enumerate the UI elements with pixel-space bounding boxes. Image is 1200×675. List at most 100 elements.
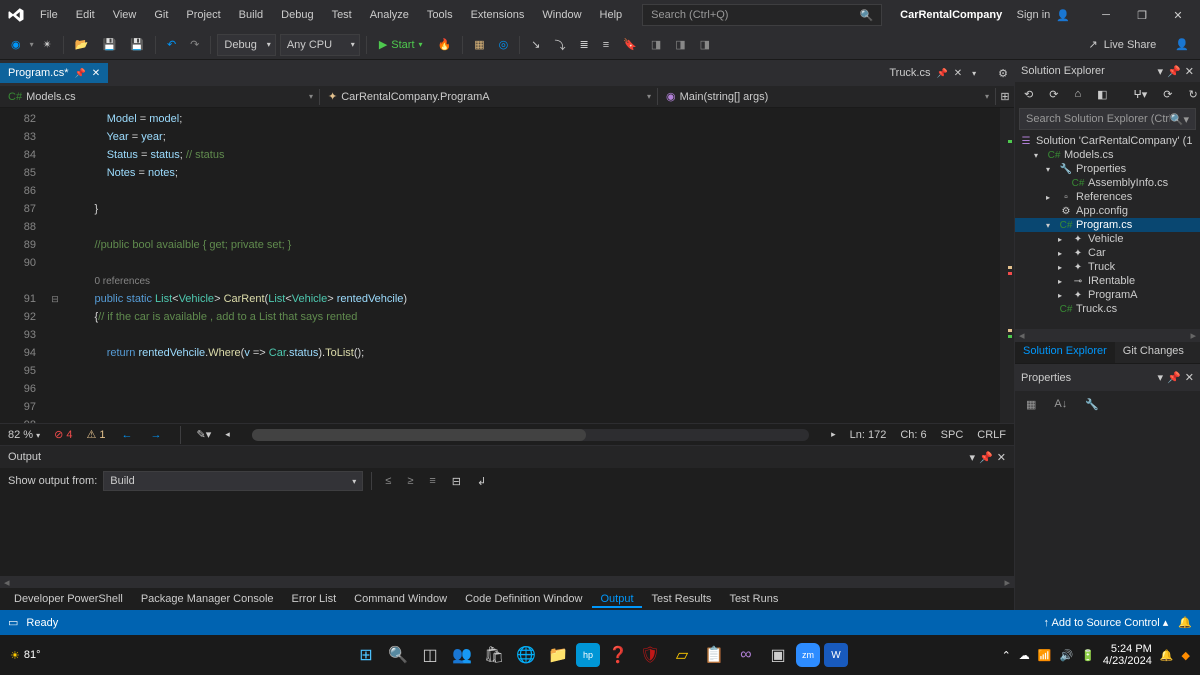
close-icon[interactable]: ✕ bbox=[92, 68, 100, 79]
close-icon[interactable]: ✕ bbox=[997, 451, 1006, 464]
se-tab[interactable]: Git Changes bbox=[1115, 342, 1192, 363]
notifications-icon[interactable]: 🔔 bbox=[1178, 616, 1192, 629]
alpha-icon[interactable]: A↓ bbox=[1049, 395, 1072, 413]
bookmark-icon[interactable]: 🔖 bbox=[618, 35, 642, 54]
menu-test[interactable]: Test bbox=[324, 5, 360, 25]
pin-icon[interactable]: 📌 bbox=[1167, 65, 1181, 78]
close-button[interactable]: ✕ bbox=[1160, 0, 1196, 30]
step-over-icon[interactable]: ⤵ bbox=[549, 34, 570, 56]
breadcrumb-project[interactable]: C# Models.cs bbox=[0, 89, 320, 105]
tree-item[interactable]: C#AssemblyInfo.cs bbox=[1015, 176, 1200, 190]
edge-icon[interactable]: 🌐 bbox=[512, 641, 540, 669]
word-icon[interactable]: W bbox=[824, 643, 848, 667]
feedback-icon[interactable]: 👤 bbox=[1170, 35, 1194, 54]
notification-icon[interactable]: 🔔 bbox=[1160, 649, 1174, 662]
scroll-right-icon[interactable]: ▸ bbox=[1190, 329, 1196, 341]
toolbar-icon-5[interactable]: ◨ bbox=[695, 35, 715, 54]
crlf-indicator[interactable]: CRLF bbox=[977, 429, 1006, 441]
tree-item[interactable]: ▸✦Car bbox=[1015, 246, 1200, 260]
tree-item[interactable]: ⚙App.config bbox=[1015, 204, 1200, 218]
back-icon[interactable]: ⟲ bbox=[1019, 85, 1038, 104]
menu-project[interactable]: Project bbox=[178, 5, 228, 25]
close-icon[interactable]: ✕ bbox=[954, 68, 962, 79]
code-editor[interactable]: 8283848586878889909192939495969798991001… bbox=[0, 108, 1014, 423]
toolbar-icon-3[interactable]: ◨ bbox=[646, 35, 666, 54]
bottom-tab[interactable]: Output bbox=[592, 590, 641, 608]
home-icon[interactable]: ⌂ bbox=[1069, 85, 1086, 103]
scroll-map[interactable] bbox=[1000, 108, 1014, 423]
open-icon[interactable]: 📂 bbox=[70, 35, 94, 54]
line-indicator[interactable]: Ln: 172 bbox=[850, 429, 887, 441]
help-icon[interactable]: ❓ bbox=[604, 641, 632, 669]
scroll-right-icon[interactable]: ▸ bbox=[1004, 576, 1010, 588]
output-icon-3[interactable]: ≡ bbox=[424, 472, 440, 490]
pin-icon[interactable]: 📌 bbox=[75, 68, 86, 79]
tree-item[interactable]: ▾C#Models.cs bbox=[1015, 148, 1200, 162]
toolbar-icon-1[interactable]: ▦ bbox=[469, 35, 489, 54]
wifi-icon[interactable]: 📶 bbox=[1038, 649, 1052, 662]
categorize-icon[interactable]: ▦ bbox=[1021, 395, 1041, 414]
menu-view[interactable]: View bbox=[105, 5, 145, 25]
live-share-button[interactable]: ↗ Live Share bbox=[1082, 35, 1162, 54]
char-indicator[interactable]: Ch: 6 bbox=[900, 429, 926, 441]
volume-icon[interactable]: 🔊 bbox=[1059, 649, 1073, 662]
config-dropdown[interactable]: Debug bbox=[217, 34, 275, 56]
refresh-icon[interactable]: ↻ bbox=[1184, 85, 1200, 104]
tab-program-cs[interactable]: Program.cs* 📌 ✕ bbox=[0, 63, 108, 83]
notepad-icon[interactable]: 📋 bbox=[700, 641, 728, 669]
cloud-icon[interactable]: ☁ bbox=[1019, 649, 1030, 662]
start-button[interactable]: ▶ Start ▾ bbox=[373, 36, 429, 53]
bottom-tab[interactable]: Command Window bbox=[346, 590, 455, 608]
battery-icon[interactable]: 🔋 bbox=[1081, 649, 1095, 662]
menu-edit[interactable]: Edit bbox=[68, 5, 103, 25]
pin-icon[interactable]: 📌 bbox=[979, 451, 993, 464]
bottom-tab[interactable]: Test Results bbox=[644, 590, 720, 608]
search-icon[interactable]: 🔍 bbox=[384, 641, 412, 669]
switch-view-icon[interactable]: ◧ bbox=[1092, 85, 1112, 104]
menu-help[interactable]: Help bbox=[592, 5, 631, 25]
split-editor-icon[interactable]: ⊞ bbox=[996, 90, 1014, 103]
tree-item[interactable]: ▸✦Truck bbox=[1015, 260, 1200, 274]
prop-wrench-icon[interactable]: 🔧 bbox=[1080, 395, 1104, 414]
bottom-tab[interactable]: Developer PowerShell bbox=[6, 590, 131, 608]
teams-icon[interactable]: 👥 bbox=[448, 641, 476, 669]
save-icon[interactable]: 💾 bbox=[98, 35, 122, 54]
pin-icon[interactable]: 📌 bbox=[937, 68, 948, 79]
output-icon[interactable]: ▭ bbox=[8, 616, 18, 629]
indent-icon[interactable]: ≣ bbox=[574, 35, 593, 54]
close-icon[interactable]: ✕ bbox=[1185, 65, 1194, 78]
se-tab[interactable]: Solution Explorer bbox=[1015, 342, 1115, 363]
tree-item[interactable]: ▾🔧Properties bbox=[1015, 162, 1200, 176]
se-search-input[interactable]: Search Solution Explorer (Ctrl+;) 🔍▾ bbox=[1019, 108, 1196, 130]
menu-analyze[interactable]: Analyze bbox=[362, 5, 417, 25]
tree-solution-root[interactable]: ☰ Solution 'CarRentalCompany' (1 bbox=[1015, 134, 1200, 148]
tree-item[interactable]: ▸✦Vehicle bbox=[1015, 232, 1200, 246]
sync-icon[interactable]: ⟳ bbox=[1158, 85, 1177, 104]
breadcrumb-class[interactable]: ✦ CarRentalCompany.ProgramA bbox=[320, 88, 658, 105]
explorer-icon[interactable]: 📁 bbox=[544, 641, 572, 669]
store-icon[interactable]: 🛍 bbox=[480, 641, 508, 669]
maximize-button[interactable]: ❐ bbox=[1124, 0, 1160, 30]
fwd-icon[interactable]: ⟳ bbox=[1044, 85, 1063, 104]
hp-icon[interactable]: hp bbox=[576, 643, 600, 667]
save-all-icon[interactable]: 💾 bbox=[125, 35, 149, 54]
scroll-right-icon[interactable]: ▸ bbox=[831, 429, 836, 440]
hot-reload-icon[interactable]: 🔥 bbox=[433, 35, 457, 54]
toolbar-icon-4[interactable]: ◨ bbox=[670, 35, 690, 54]
wrap-icon[interactable]: ↲ bbox=[472, 472, 491, 491]
menu-extensions[interactable]: Extensions bbox=[463, 5, 533, 25]
bottom-tab[interactable]: Package Manager Console bbox=[133, 590, 282, 608]
warnings-count[interactable]: ⚠1 bbox=[87, 428, 106, 441]
tree-item[interactable]: ▾C#Program.cs bbox=[1015, 218, 1200, 232]
breadcrumb-method[interactable]: ◉ Main(string[] args) bbox=[658, 88, 996, 105]
scroll-left-icon[interactable]: ◂ bbox=[4, 576, 10, 588]
tree-item[interactable]: ▸✦ProgramA bbox=[1015, 288, 1200, 302]
search-input[interactable]: Search (Ctrl+Q) 🔍 bbox=[642, 4, 882, 26]
close-icon[interactable]: ✕ bbox=[1185, 371, 1194, 384]
sign-in-button[interactable]: Sign in 👤 bbox=[1009, 5, 1078, 26]
terminal-icon[interactable]: ▣ bbox=[764, 641, 792, 669]
zoom-icon[interactable]: zm bbox=[796, 643, 820, 667]
bottom-tab[interactable]: Error List bbox=[284, 590, 345, 608]
clock[interactable]: 5:24 PM 4/23/2024 bbox=[1103, 643, 1152, 667]
menu-file[interactable]: File bbox=[32, 5, 66, 25]
